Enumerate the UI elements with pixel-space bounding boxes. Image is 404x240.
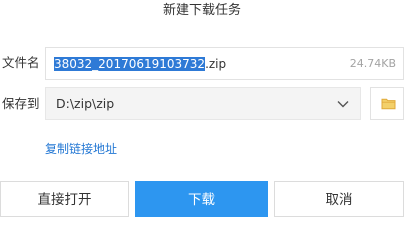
copy-link-address[interactable]: 复制链接地址 xyxy=(45,141,117,157)
filename-selected-text[interactable]: 38032_20170619103732 xyxy=(54,57,206,71)
download-button[interactable]: 下载 xyxy=(135,181,268,217)
open-directly-button[interactable]: 直接打开 xyxy=(0,181,129,217)
filename-field[interactable]: 38032_20170619103732.zip 24.74KB xyxy=(45,47,404,80)
save-path-value[interactable]: D:\zip\zip xyxy=(56,96,114,112)
browse-folder-button[interactable] xyxy=(370,87,404,120)
dialog-title: 新建下载任务 xyxy=(162,3,241,18)
new-download-dialog: 新建下载任务 文件名 38032_20170619103732.zip 24.7… xyxy=(0,0,404,217)
folder-icon xyxy=(381,98,396,110)
filename-extension[interactable]: .zip xyxy=(205,57,226,71)
cancel-button[interactable]: 取消 xyxy=(274,181,404,217)
filename-value[interactable]: 38032_20170619103732.zip xyxy=(54,56,226,72)
chevron-down-icon[interactable] xyxy=(336,97,350,111)
file-size: 24.74KB xyxy=(349,57,396,70)
save-path-select[interactable]: D:\zip\zip xyxy=(45,87,361,120)
filename-label: 文件名 xyxy=(2,55,40,70)
save-to-label: 保存到 xyxy=(2,96,40,111)
